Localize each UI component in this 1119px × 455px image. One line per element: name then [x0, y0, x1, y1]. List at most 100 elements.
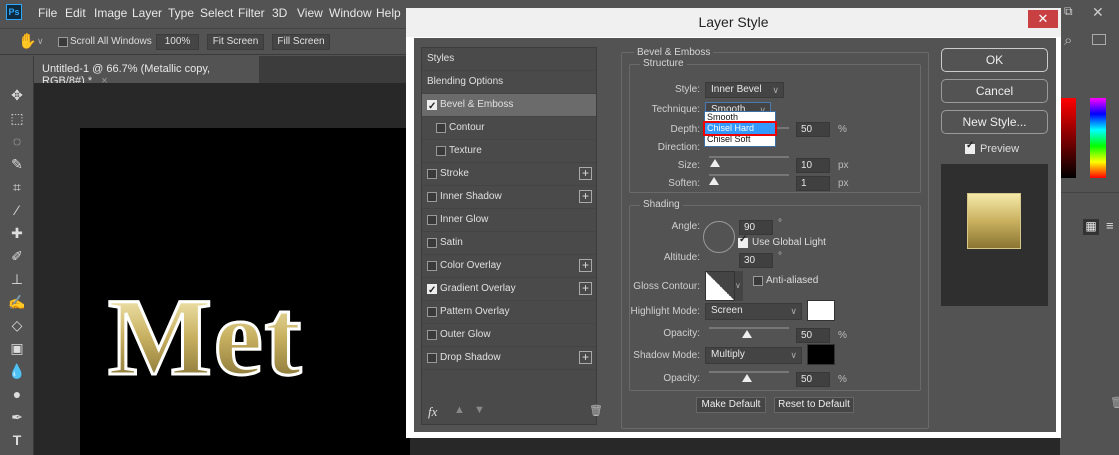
add-effect-icon[interactable]: + [579, 259, 592, 272]
healing-brush-icon[interactable]: ✚ [8, 224, 26, 242]
option-smooth[interactable]: Smooth [705, 112, 775, 123]
history-brush-icon[interactable]: ✍ [8, 293, 26, 311]
style-item-contour[interactable]: Contour [422, 117, 596, 140]
lasso-tool-icon[interactable]: ◌ [8, 132, 26, 150]
option-chisel-soft[interactable]: Chisel Soft [705, 134, 775, 145]
pen-tool-icon[interactable]: ✒ [8, 408, 26, 426]
menu-view[interactable]: View [297, 6, 323, 20]
style-checkbox[interactable] [436, 123, 446, 133]
list-view-icon[interactable]: ≡ [1106, 218, 1114, 233]
move-up-icon[interactable]: ▲ [454, 404, 465, 416]
move-tool-icon[interactable]: ✥ [8, 86, 26, 104]
delete-effect-icon[interactable]: 🗑 [589, 404, 603, 417]
trash-icon[interactable]: 🗑 [1110, 396, 1119, 409]
anti-aliased-checkbox[interactable] [753, 276, 763, 286]
add-effect-icon[interactable]: + [579, 282, 592, 295]
crop-tool-icon[interactable]: ⌗ [8, 178, 26, 196]
fx-button[interactable]: fx [428, 404, 437, 420]
reset-to-default-button[interactable]: Reset to Default [774, 397, 854, 413]
angle-input[interactable]: 90 [739, 220, 773, 235]
add-effect-icon[interactable]: + [579, 190, 592, 203]
size-slider-thumb[interactable] [710, 159, 720, 167]
gloss-contour-picker[interactable] [705, 271, 735, 301]
menu-filter[interactable]: Filter [238, 6, 265, 20]
angle-dial[interactable] [703, 221, 735, 253]
style-item-pattern-overlay[interactable]: Pattern Overlay [422, 301, 596, 324]
chevron-down-icon[interactable]: ∨ [37, 36, 44, 47]
option-chisel-hard[interactable]: Chisel Hard [703, 121, 777, 136]
style-checkbox[interactable] [427, 330, 437, 340]
gloss-contour-dropdown[interactable]: ∨ [735, 271, 743, 301]
menu-help[interactable]: Help [376, 6, 401, 20]
marquee-tool-icon[interactable]: ⬚ [8, 109, 26, 127]
scroll-all-checkbox[interactable] [58, 37, 68, 47]
style-checkbox[interactable] [427, 353, 437, 363]
use-global-light-checkbox[interactable] [738, 234, 748, 248]
type-tool-icon[interactable]: T [8, 431, 26, 449]
fill-screen-button[interactable]: Fill Screen [272, 34, 330, 50]
menu-3d[interactable]: 3D [272, 6, 287, 20]
highlight-mode-select[interactable]: Screen ∨ [705, 303, 802, 320]
menu-file[interactable]: File [38, 6, 57, 20]
menu-type[interactable]: Type [168, 6, 194, 20]
add-effect-icon[interactable]: + [579, 351, 592, 364]
stamp-tool-icon[interactable]: ⊥ [8, 270, 26, 288]
document-tab[interactable]: Untitled-1 @ 66.7% (Metallic copy, RGB/8… [34, 56, 259, 87]
soften-input[interactable]: 1 [796, 176, 830, 191]
soften-slider[interactable] [709, 174, 789, 176]
menu-select[interactable]: Select [200, 6, 233, 20]
menu-window[interactable]: Window [329, 6, 372, 20]
altitude-input[interactable]: 30 [739, 253, 773, 268]
zoom-100-button[interactable]: 100% [156, 34, 199, 50]
style-item-bevel-emboss[interactable]: Bevel & Emboss [422, 94, 596, 118]
eyedropper-tool-icon[interactable]: ⁄ [8, 201, 26, 219]
style-item-drop-shadow[interactable]: Drop Shadow + [422, 347, 596, 370]
restore-window-icon[interactable]: ⧉ [1064, 4, 1073, 19]
soften-slider-thumb[interactable] [709, 177, 719, 185]
shadow-opacity-input[interactable]: 50 [796, 372, 830, 387]
cancel-button[interactable]: Cancel [941, 79, 1048, 103]
make-default-button[interactable]: Make Default [696, 397, 766, 413]
style-item-styles[interactable]: Styles [422, 48, 596, 71]
brush-tool-icon[interactable]: ✐ [8, 247, 26, 265]
style-select[interactable]: Inner Bevel ∨ [705, 82, 784, 98]
fit-screen-button[interactable]: Fit Screen [207, 34, 264, 50]
style-checkbox[interactable] [427, 215, 437, 225]
close-window-icon[interactable]: ✕ [1092, 4, 1104, 21]
color-field[interactable] [1060, 98, 1076, 178]
shadow-mode-select[interactable]: Multiply ∨ [705, 347, 802, 364]
hand-tool-icon[interactable]: ✋ [18, 32, 37, 50]
shadow-opacity-thumb[interactable] [742, 374, 752, 382]
quick-select-tool-icon[interactable]: ✎ [8, 155, 26, 173]
style-checkbox[interactable] [427, 192, 437, 202]
style-item-stroke[interactable]: Stroke + [422, 163, 596, 186]
style-checkbox[interactable] [427, 169, 437, 179]
style-item-color-overlay[interactable]: Color Overlay + [422, 255, 596, 278]
style-item-inner-glow[interactable]: Inner Glow [422, 209, 596, 232]
hue-slider[interactable] [1090, 98, 1106, 178]
menu-image[interactable]: Image [94, 6, 127, 20]
style-checkbox[interactable] [427, 238, 437, 248]
style-checkbox[interactable] [427, 261, 437, 271]
add-effect-icon[interactable]: + [579, 167, 592, 180]
eraser-tool-icon[interactable]: ◇ [8, 316, 26, 334]
highlight-color-swatch[interactable] [807, 300, 835, 321]
menu-layer[interactable]: Layer [132, 6, 162, 20]
highlight-opacity-input[interactable]: 50 [796, 328, 830, 343]
style-item-gradient-overlay[interactable]: Gradient Overlay + [422, 278, 596, 302]
style-item-outer-glow[interactable]: Outer Glow [422, 324, 596, 347]
style-checkbox[interactable] [436, 146, 446, 156]
style-item-inner-shadow[interactable]: Inner Shadow + [422, 186, 596, 209]
workspace-icon[interactable] [1092, 34, 1106, 45]
preview-checkbox[interactable] [965, 140, 975, 154]
style-checkbox[interactable] [427, 307, 437, 317]
style-checkbox[interactable] [427, 96, 437, 118]
depth-input[interactable]: 50 [796, 122, 830, 137]
dodge-tool-icon[interactable]: ● [8, 385, 26, 403]
search-icon[interactable]: ⌕ [1064, 32, 1072, 49]
style-item-blending-options[interactable]: Blending Options [422, 71, 596, 94]
move-down-icon[interactable]: ▼ [474, 404, 485, 416]
size-input[interactable]: 10 [796, 158, 830, 173]
menu-edit[interactable]: Edit [65, 6, 86, 20]
style-item-satin[interactable]: Satin [422, 232, 596, 255]
